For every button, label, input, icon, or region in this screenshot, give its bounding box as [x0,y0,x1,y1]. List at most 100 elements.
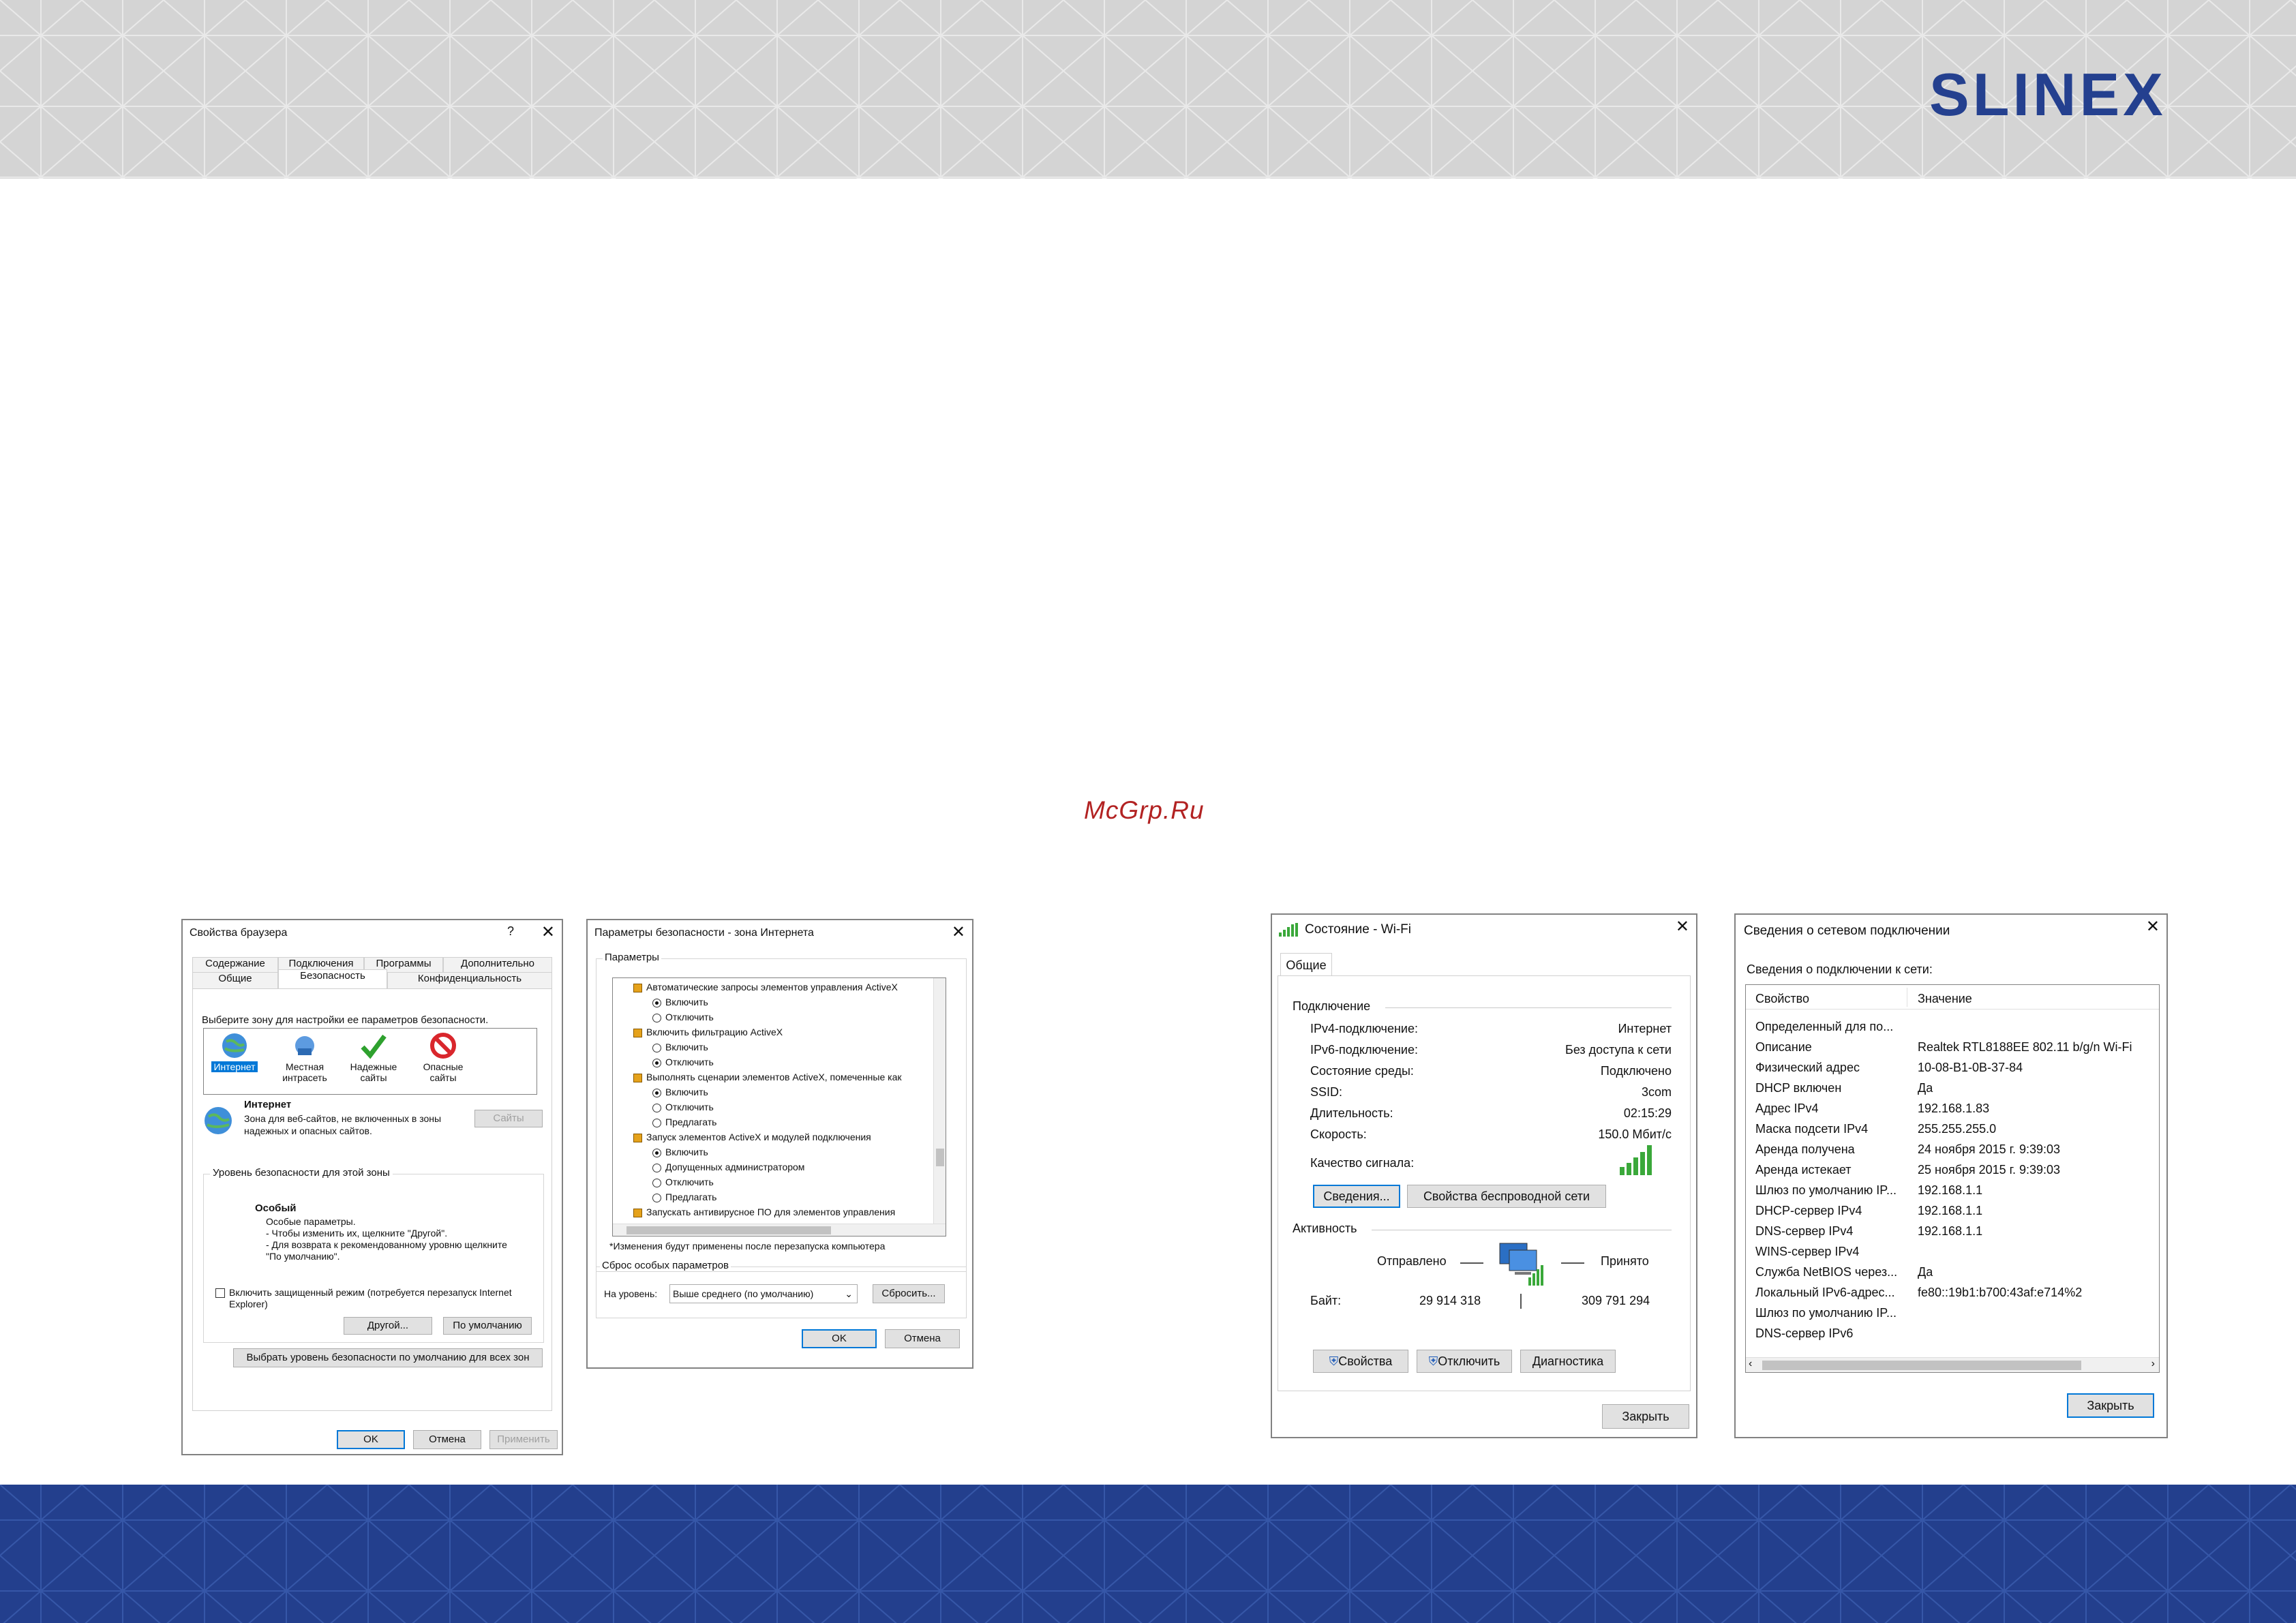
settings-option[interactable]: Отключить [633,1174,946,1189]
tab-general[interactable]: Общие [192,972,278,988]
cancel-button[interactable]: Отмена [413,1430,481,1449]
table-row[interactable]: DNS-сервер IPv6 [1755,1323,2132,1344]
radio-button[interactable] [652,1043,661,1052]
settings-option[interactable]: Включить [633,995,946,1010]
radio-button[interactable] [652,1118,661,1127]
chevron-left-icon[interactable]: ‹ [1749,1358,1752,1370]
properties-button[interactable]: ⛨Свойства [1313,1350,1408,1373]
wireless-properties-button[interactable]: Свойства беспроводной сети [1407,1185,1606,1208]
table-row[interactable]: WINS-сервер IPv4 [1755,1241,2132,1262]
level-select[interactable]: Выше среднего (по умолчанию) ⌄ [669,1284,858,1303]
row-key: IPv4-подключение: [1310,1022,1418,1035]
radio-button[interactable] [652,1193,661,1202]
details-list[interactable]: Свойство Значение Определенный для по...… [1745,984,2160,1373]
scroll-thumb[interactable] [936,1149,944,1166]
default-level-button[interactable]: По умолчанию [443,1317,532,1335]
all-zones-default-button[interactable]: Выбрать уровень безопасности по умолчани… [233,1348,543,1367]
table-row[interactable]: Физический адрес 10-08-B1-0B-37-84 [1755,1057,2132,1078]
close-button[interactable]: ✕ [541,924,555,941]
settings-category: Автоматические запросы элементов управле… [633,980,946,995]
settings-option[interactable]: Включить [633,1084,946,1099]
column-value[interactable]: Значение [1918,992,1972,1006]
tab-content[interactable]: Содержание [192,957,278,972]
row-value: fe80::19b1:b700:43af:e714%2 [1918,1285,2083,1299]
level-select-value: Выше среднего (по умолчанию) [673,1288,814,1299]
settings-option[interactable]: Предлагать [633,1114,946,1129]
horizontal-scrollbar[interactable] [613,1224,946,1236]
scroll-thumb[interactable] [626,1226,831,1234]
table-row[interactable]: Определенный для по... [1755,1016,2132,1037]
chevron-right-icon[interactable]: › [2151,1358,2155,1370]
settings-option[interactable]: Допущенных администратором [633,1159,946,1174]
scroll-thumb[interactable] [1762,1361,2081,1370]
table-row: IPv4-подключение: Интернет [1310,1018,1672,1040]
reset-button[interactable]: Сбросить... [873,1284,945,1303]
settings-option[interactable]: Отключить [633,1010,946,1025]
vertical-scrollbar[interactable] [933,978,946,1236]
table-row[interactable]: Адрес IPv4 192.168.1.83 [1755,1098,2132,1119]
ok-button[interactable]: OK [802,1329,877,1348]
settings-item-label: Включить [665,1087,708,1097]
apply-button[interactable]: Применить [489,1430,558,1449]
sites-button[interactable]: Сайты [474,1110,543,1127]
disable-button[interactable]: ⛨Отключить [1417,1350,1512,1373]
table-row[interactable]: DHCP включен Да [1755,1078,2132,1098]
horizontal-scrollbar[interactable]: ‹ › [1746,1357,2159,1372]
tab-security[interactable]: Безопасность [278,969,387,988]
settings-option[interactable]: Предлагать [633,1189,946,1204]
table-row[interactable]: Описание Realtek RTL8188EE 802.11 b/g/n W… [1755,1037,2132,1057]
other-button[interactable]: Другой... [344,1317,432,1335]
close-dialog-button[interactable]: Закрыть [2067,1393,2154,1418]
diagnostics-button[interactable]: Диагностика [1520,1350,1616,1373]
help-button[interactable]: ? [507,924,514,939]
ok-button[interactable]: OK [337,1430,405,1449]
settings-list[interactable]: Автоматические запросы элементов управле… [612,977,946,1237]
settings-item-label: Отключить [665,1057,714,1067]
level-desc-1: Особые параметры. [266,1216,356,1227]
table-row[interactable]: DNS-сервер IPv4 192.168.1.1 [1755,1221,2132,1241]
zone-label: Местная интрасеть [282,1061,327,1084]
settings-item-label: Допущенных администратором [665,1162,805,1172]
tab-privacy[interactable]: Конфиденциальность [387,972,552,988]
close-button[interactable]: ✕ [1676,918,1689,936]
tab-general[interactable]: Общие [1280,953,1332,976]
intranet-icon [295,1036,314,1055]
table-row[interactable]: Аренда истекает 25 ноября 2015 г. 9:39:03 [1755,1159,2132,1180]
settings-option[interactable]: Включить [633,1144,946,1159]
header-band: SLINEX [0,0,2296,179]
radio-button[interactable] [652,1058,661,1067]
row-key: Маска подсети IPv4 [1755,1121,1869,1136]
zone-internet[interactable]: Интернет [210,1032,259,1073]
radio-button[interactable] [652,1103,661,1112]
details-button[interactable]: Сведения... [1313,1185,1400,1208]
row-value: 150.0 Мбит/с [1598,1127,1672,1141]
radio-button[interactable] [652,1163,661,1172]
radio-button[interactable] [652,1148,661,1157]
zone-restricted[interactable]: Опасные сайты [419,1032,468,1083]
column-property[interactable]: Свойство [1755,992,1809,1006]
details-heading: Сведения о подключении к сети: [1747,962,1933,976]
table-row[interactable]: Шлюз по умолчанию IP... [1755,1303,2132,1323]
close-dialog-button[interactable]: Закрыть [1602,1404,1689,1429]
table-row[interactable]: DHCP-сервер IPv4 192.168.1.1 [1755,1200,2132,1221]
table-row[interactable]: Служба NetBIOS через... Да [1755,1262,2132,1282]
table-row[interactable]: Шлюз по умолчанию IP... 192.168.1.1 [1755,1180,2132,1200]
settings-option[interactable]: Отключить [633,1099,946,1114]
close-button[interactable]: ✕ [952,924,965,941]
radio-button[interactable] [652,1178,661,1187]
table-row[interactable]: Локальный IPv6-адрес... fe80::19b1:b700:4… [1755,1282,2132,1303]
tab-advanced[interactable]: Дополнительно [443,957,552,972]
radio-button[interactable] [652,1013,661,1022]
radio-button[interactable] [652,998,661,1007]
cancel-button[interactable]: Отмена [885,1329,960,1348]
protected-mode-checkbox[interactable]: Включить защищенный режим (потребуется п… [215,1287,529,1310]
zone-trusted[interactable]: Надежные сайты [349,1032,398,1083]
radio-button[interactable] [652,1088,661,1097]
settings-option[interactable]: Отключить [633,1055,946,1070]
settings-option[interactable]: Включить [633,1040,946,1055]
wifi-status-window: Состояние - Wi-Fi ✕ Общие Подключение IP… [1271,913,1697,1438]
table-row[interactable]: Маска подсети IPv4 255.255.255.0 [1755,1119,2132,1139]
zone-intranet[interactable]: Местная интрасеть [277,1032,333,1083]
table-row[interactable]: Аренда получена 24 ноября 2015 г. 9:39:03 [1755,1139,2132,1159]
close-button[interactable]: ✕ [2146,918,2160,936]
